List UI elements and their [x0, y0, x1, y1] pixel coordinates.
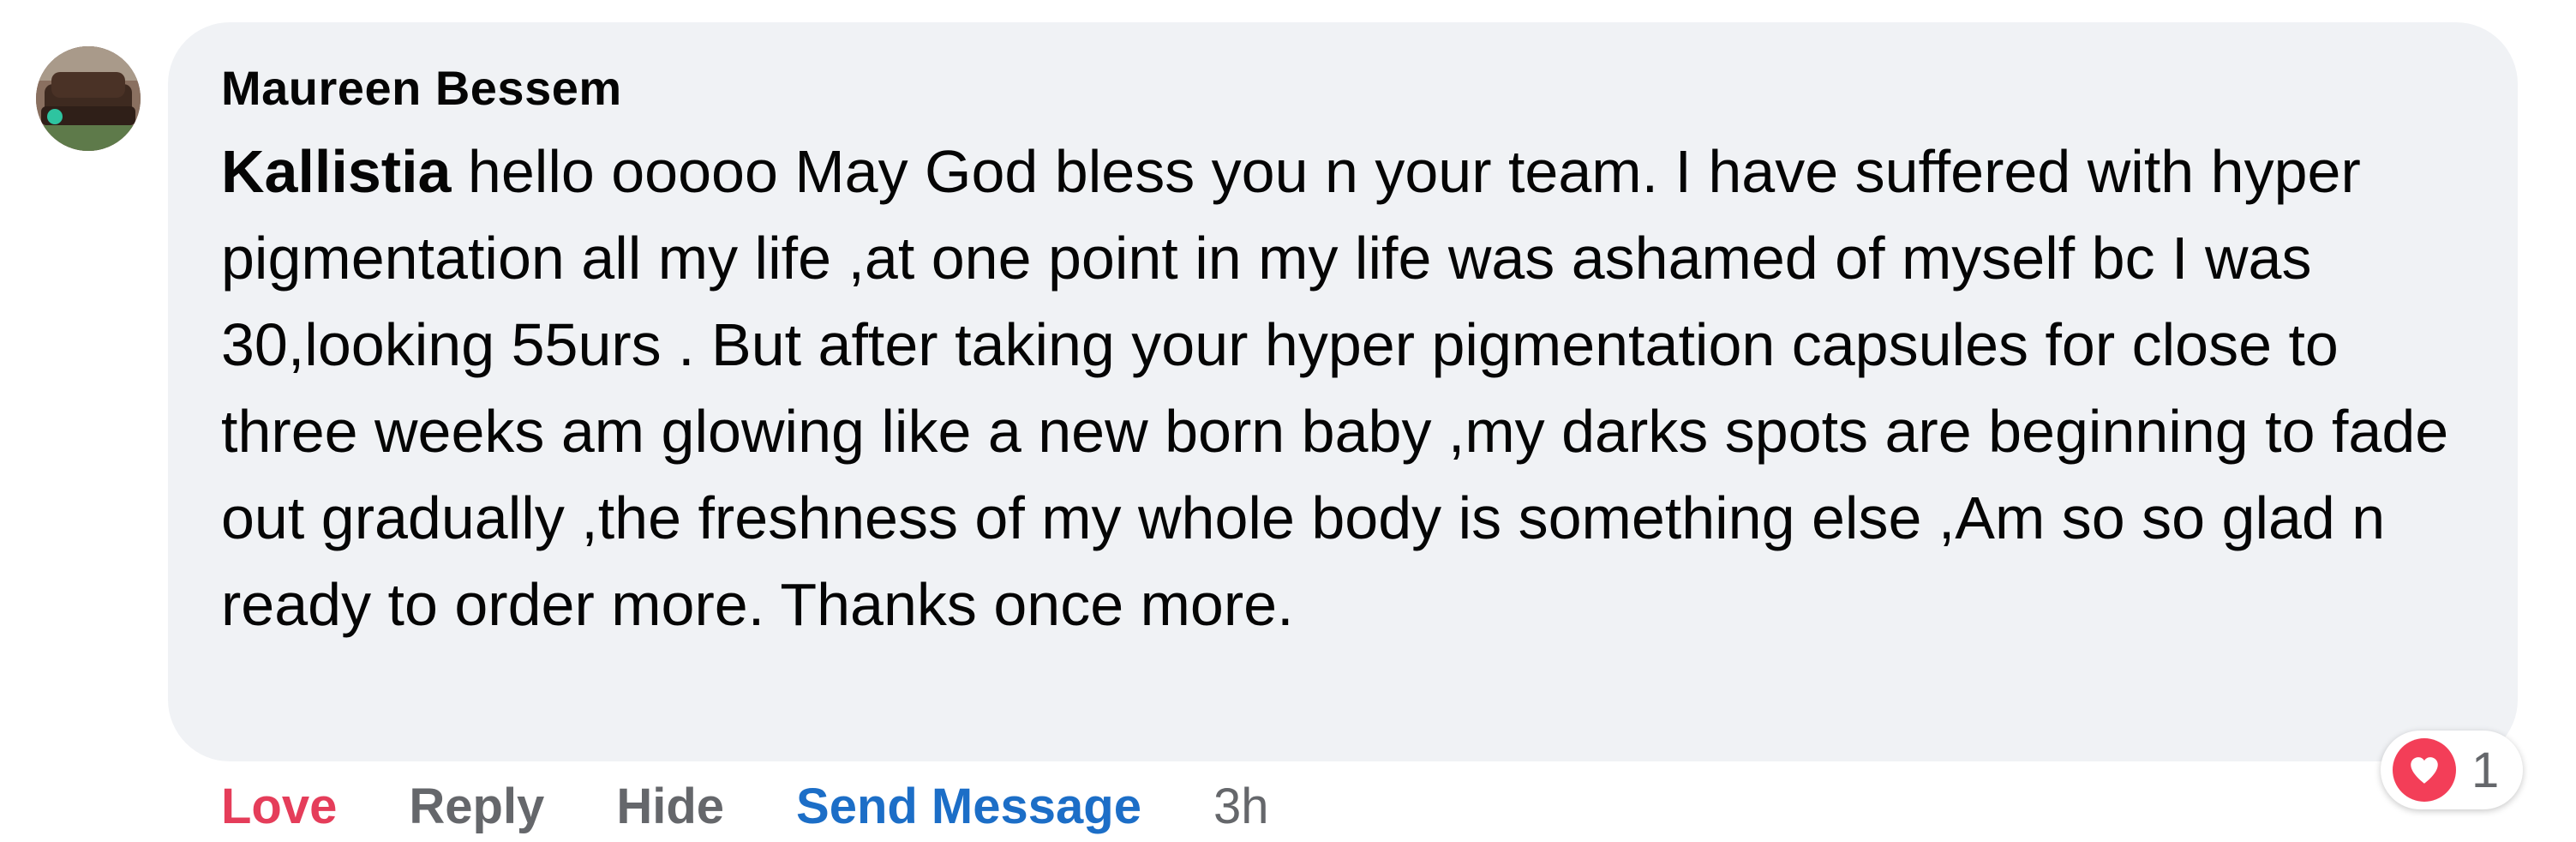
love-reaction-button[interactable]: Love — [221, 778, 337, 835]
comment-mention[interactable]: Kallistia — [221, 138, 451, 205]
reaction-count: 1 — [2471, 742, 2500, 798]
send-message-button[interactable]: Send Message — [796, 778, 1141, 835]
avatar-image — [36, 46, 141, 151]
comment-timestamp[interactable]: 3h — [1213, 778, 1269, 835]
reply-button[interactable]: Reply — [409, 778, 544, 835]
comment-author-name[interactable]: Maureen Bessem — [221, 60, 622, 116]
comment-text: hello ooooo May God bless you n your tea… — [221, 138, 2449, 638]
comment-body: Kallistia hello ooooo May God bless you … — [221, 129, 2483, 648]
comment-actions: Love Reply Hide Send Message 3h — [221, 772, 1268, 840]
heart-icon — [2393, 738, 2456, 802]
reaction-summary[interactable]: 1 — [2381, 731, 2523, 809]
hide-button[interactable]: Hide — [616, 778, 724, 835]
avatar[interactable] — [36, 46, 141, 151]
